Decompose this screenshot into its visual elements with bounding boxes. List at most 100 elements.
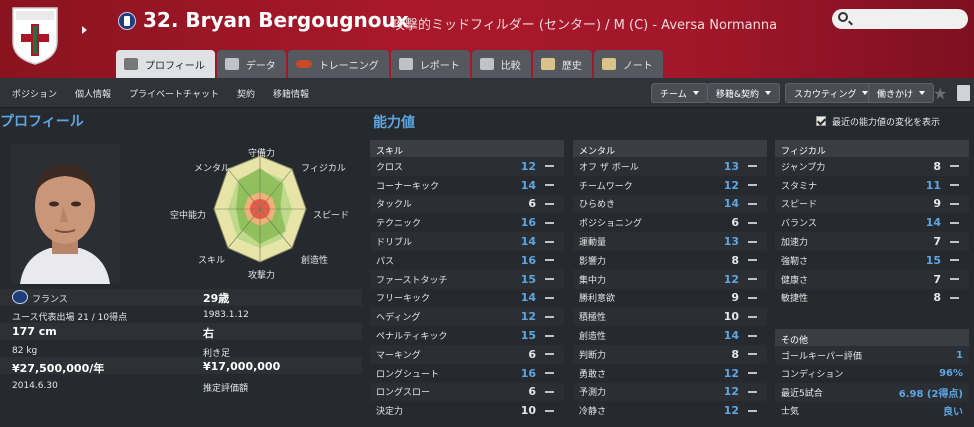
subnav-transfer-info[interactable]: 移籍情報	[273, 87, 309, 100]
subnav-personal-info[interactable]: 個人情報	[75, 87, 111, 100]
radar-label-defending: 守備力	[248, 149, 276, 159]
attribute-row[interactable]: 健康さ 7	[775, 269, 969, 289]
attribute-row[interactable]: ドリブル 14	[370, 232, 564, 251]
attribute-radar: 守備力 フィジカル スピード 創造性 攻撃力 スキル 空中能力 メンタル	[160, 140, 360, 285]
attribute-row[interactable]: フリーキック 14	[370, 289, 564, 308]
attribute-row[interactable]: 積極性 10	[573, 307, 767, 327]
compare-icon	[479, 58, 494, 70]
attribute-row[interactable]: チームワーク 12	[573, 176, 767, 195]
attribute-value: 14	[520, 178, 536, 192]
no-change-icon	[545, 240, 554, 243]
tab-label: 歴史	[561, 60, 582, 72]
attribute-value: 7	[933, 235, 941, 249]
contract-end: 2014.6.30	[12, 381, 58, 391]
tab-profile[interactable]: プロフィール	[116, 50, 215, 78]
player-header: 32. Bryan Bergougnoux 攻撃的ミッドフィルダー (センター)…	[0, 0, 974, 78]
no-change-icon	[545, 278, 554, 281]
attribute-row[interactable]: テクニック 16	[370, 213, 564, 232]
attribute-row[interactable]: 集中力 12	[573, 269, 767, 289]
attribute-row[interactable]: ペナルティキック 15	[370, 326, 564, 345]
no-change-icon	[748, 334, 757, 337]
subnav-private-chat[interactable]: プライベートチャット	[129, 87, 219, 100]
other-value: 96%	[939, 368, 963, 380]
no-change-icon	[545, 334, 554, 337]
attribute-value: 16	[520, 366, 536, 380]
attribute-row[interactable]: タックル 6	[370, 194, 564, 214]
france-flag-icon	[12, 290, 28, 304]
attribute-row[interactable]: 判断力 8	[573, 344, 767, 364]
attribute-row[interactable]: スピード 9	[775, 194, 969, 214]
attribute-row[interactable]: 創造性 14	[573, 326, 767, 345]
profile-title: プロフィール	[0, 114, 84, 130]
attribute-row[interactable]: ロングシュート 16	[370, 364, 564, 383]
attribute-row[interactable]: バランス 14	[775, 213, 969, 232]
attribute-row[interactable]: 勝利意欲 9	[573, 289, 767, 308]
club-crest-logo[interactable]	[10, 4, 60, 66]
attribute-name: ドリブル	[376, 238, 413, 249]
attribute-row[interactable]: スタミナ 11	[775, 176, 969, 195]
scouting-dropdown[interactable]: スカウティング	[785, 83, 878, 103]
tab-training[interactable]: トレーニング	[287, 50, 389, 78]
attribute-row[interactable]: ファーストタッチ 15	[370, 269, 564, 289]
attribute-row[interactable]: オフ ザ ボール 13	[573, 157, 767, 176]
attribute-list: オフ ザ ボール 13 チームワーク 12 ひらめき 14 ポジショニング 6 運動量 13 影響力…	[573, 157, 767, 420]
player-position-club[interactable]: 攻撃的ミッドフィルダー (センター) / M (C) - Aversa Norm…	[392, 14, 777, 33]
player-info: フランス 29歳 ユース代表出場 21 / 10得点 1983.1.12 177…	[0, 289, 362, 427]
no-change-icon	[545, 315, 554, 318]
tab-data[interactable]: データ	[216, 50, 286, 78]
nation[interactable]: フランス	[32, 292, 68, 305]
attribute-row[interactable]: マーキング 6	[370, 344, 564, 364]
attribute-list: ジャンプ力 8 スタミナ 11 スピード 9 バランス 14 加速力 7 強靭さ 15 健康さ 7 敏捷性 8	[775, 157, 969, 307]
attribute-row[interactable]: 影響力 8	[573, 251, 767, 270]
attribute-row[interactable]: パス 16	[370, 251, 564, 270]
tab-report[interactable]: レポート	[390, 50, 470, 78]
attribute-row[interactable]: 運動量 13	[573, 232, 767, 251]
attribute-row[interactable]: 敏捷性 8	[775, 289, 969, 308]
subnav-position[interactable]: ポジション	[12, 87, 57, 100]
attribute-row[interactable]: 冷静さ 12	[573, 401, 767, 420]
attribute-row[interactable]: 勇敢さ 12	[573, 364, 767, 383]
attribute-name: ファーストタッチ	[376, 275, 448, 286]
attribute-name: オフ ザ ボール	[579, 162, 639, 173]
sub-navigation: ポジション 個人情報 プライベートチャット 契約 移籍情報 チーム 移籍&契約 …	[0, 78, 974, 108]
subnav-contract[interactable]: 契約	[237, 87, 255, 100]
approach-dropdown[interactable]: 働きかけ	[868, 83, 935, 103]
tab-compare[interactable]: 比較	[471, 50, 531, 78]
transfer-contract-dropdown[interactable]: 移籍&契約	[707, 83, 781, 103]
tab-notes[interactable]: ノート	[593, 50, 663, 78]
attribute-row[interactable]: ロングスロー 6	[370, 382, 564, 402]
attribute-row[interactable]: コーナーキック 14	[370, 176, 564, 195]
attribute-value: 14	[520, 235, 536, 249]
document-icon[interactable]	[957, 85, 970, 101]
tab-label: 比較	[500, 60, 521, 72]
history-icon	[540, 58, 555, 70]
attribute-row[interactable]: クロス 12	[370, 157, 564, 176]
attribute-value: 14	[723, 197, 739, 211]
column-header: フィジカル	[775, 140, 969, 157]
attribute-name: 積極性	[579, 313, 607, 324]
tab-label: トレーニング	[318, 60, 379, 72]
attribute-row[interactable]: 加速力 7	[775, 232, 969, 251]
club-menu-arrow-icon[interactable]	[82, 26, 87, 34]
attribute-row[interactable]: 予測力 12	[573, 382, 767, 402]
attribute-value: 12	[723, 178, 739, 192]
no-change-icon	[748, 278, 757, 281]
attribute-row[interactable]: 決定力 10	[370, 401, 564, 420]
tab-history[interactable]: 歴史	[532, 50, 592, 78]
attribute-row[interactable]: ヘディング 12	[370, 307, 564, 327]
attribute-name: 敏捷性	[781, 294, 809, 305]
search-input[interactable]	[832, 9, 968, 29]
show-changes-checkbox[interactable]	[816, 116, 826, 126]
attribute-value: 7	[933, 272, 941, 286]
no-change-icon	[545, 353, 554, 356]
mental-column: メンタル オフ ザ ボール 13 チームワーク 12 ひらめき 14 ポジショニング 6 運動量…	[573, 140, 767, 420]
attribute-row[interactable]: ひらめき 14	[573, 194, 767, 214]
attribute-row[interactable]: ジャンプ力 8	[775, 157, 969, 176]
attribute-row[interactable]: ポジショニング 6	[573, 213, 767, 232]
team-dropdown[interactable]: チーム	[651, 83, 708, 103]
star-icon[interactable]: ★	[933, 84, 947, 103]
attribute-name: 運動量	[579, 238, 607, 249]
no-change-icon	[748, 165, 757, 168]
attribute-row[interactable]: 強靭さ 15	[775, 251, 969, 270]
no-change-icon	[950, 202, 959, 205]
